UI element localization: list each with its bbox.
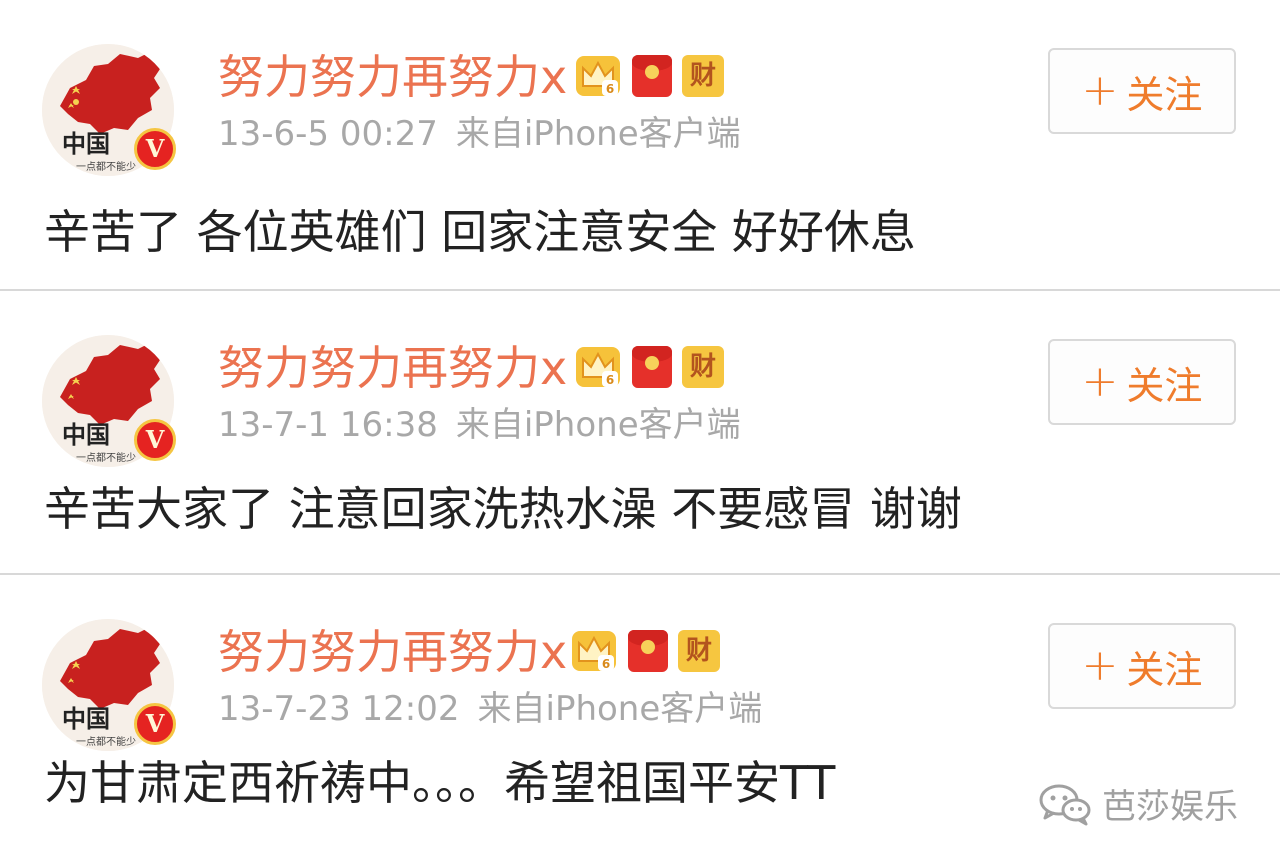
follow-button[interactable]: + 关注 bbox=[1048, 623, 1236, 709]
timestamp: 13-7-23 12:02 bbox=[218, 689, 460, 729]
crown-icon[interactable]: 6 bbox=[574, 52, 622, 100]
post-text: 为甘肃定西祈祷中。。。希望祖国平安TT bbox=[44, 756, 836, 810]
post-meta: 13-7-23 12:02 来自iPhone客户端 bbox=[218, 687, 762, 731]
weibo-post[interactable]: 中国 一点都不能少 V 努力努力再努力x 6 财 13-7-23 12:02 来自… bbox=[0, 575, 1280, 864]
plus-icon: + bbox=[1081, 356, 1119, 407]
svg-text:6: 6 bbox=[606, 82, 614, 96]
weibo-post[interactable]: 中国 一点都不能少 V 努力努力再努力x 6 财 13-7-1 16:38 来自i… bbox=[0, 291, 1280, 573]
weibo-feed: 中国 一点都不能少 V 努力努力再努力x 6 财 13-6-5 00:27 来自i… bbox=[0, 0, 1280, 864]
username[interactable]: 努力努力再努力x bbox=[218, 50, 567, 104]
svg-text:中国: 中国 bbox=[62, 420, 110, 449]
post-text: 辛苦了 各位英雄们 回家注意安全 好好休息 bbox=[44, 205, 916, 259]
verified-v-icon: V bbox=[134, 128, 176, 170]
follow-button[interactable]: + 关注 bbox=[1048, 339, 1236, 425]
source-label[interactable]: 来自iPhone客户端 bbox=[456, 405, 741, 445]
timestamp: 13-7-1 16:38 bbox=[218, 405, 438, 445]
svg-text:一点都不能少: 一点都不能少 bbox=[76, 160, 136, 173]
wealth-badge-icon[interactable]: 财 bbox=[682, 346, 724, 388]
follow-label: 关注 bbox=[1126, 363, 1203, 408]
svg-text:6: 6 bbox=[602, 657, 610, 671]
follow-label: 关注 bbox=[1126, 72, 1203, 117]
post-meta: 13-7-1 16:38 来自iPhone客户端 bbox=[218, 403, 741, 447]
svg-text:6: 6 bbox=[606, 373, 614, 387]
wechat-icon bbox=[1039, 784, 1091, 825]
source-label[interactable]: 来自iPhone客户端 bbox=[478, 689, 763, 729]
source-label[interactable]: 来自iPhone客户端 bbox=[456, 114, 741, 154]
user-badges: 6 财 bbox=[574, 343, 724, 391]
username[interactable]: 努力努力再努力x bbox=[218, 341, 567, 395]
post-meta: 13-6-5 00:27 来自iPhone客户端 bbox=[218, 112, 741, 156]
watermark-text: 芭莎娱乐 bbox=[1102, 787, 1238, 827]
svg-text:中国: 中国 bbox=[62, 704, 110, 733]
red-packet-icon[interactable] bbox=[632, 346, 672, 388]
user-badges: 6 财 bbox=[570, 627, 720, 675]
crown-icon[interactable]: 6 bbox=[574, 343, 622, 391]
svg-text:中国: 中国 bbox=[62, 129, 110, 158]
watermark: 芭莎娱乐 bbox=[1038, 779, 1238, 828]
svg-text:一点都不能少: 一点都不能少 bbox=[76, 451, 136, 464]
post-text: 辛苦大家了 注意回家洗热水澡 不要感冒 谢谢 bbox=[44, 482, 962, 536]
verified-v-icon: V bbox=[134, 703, 176, 745]
weibo-post[interactable]: 中国 一点都不能少 V 努力努力再努力x 6 财 13-6-5 00:27 来自i… bbox=[0, 0, 1280, 289]
follow-label: 关注 bbox=[1126, 647, 1203, 692]
plus-icon: + bbox=[1081, 65, 1119, 116]
username[interactable]: 努力努力再努力x bbox=[218, 625, 567, 679]
follow-button[interactable]: + 关注 bbox=[1048, 48, 1236, 134]
timestamp: 13-6-5 00:27 bbox=[218, 114, 438, 154]
svg-text:一点都不能少: 一点都不能少 bbox=[76, 735, 136, 748]
crown-icon[interactable]: 6 bbox=[570, 627, 618, 675]
wealth-badge-icon[interactable]: 财 bbox=[682, 55, 724, 97]
wealth-badge-icon[interactable]: 财 bbox=[678, 630, 720, 672]
red-packet-icon[interactable] bbox=[632, 55, 672, 97]
plus-icon: + bbox=[1081, 640, 1119, 691]
red-packet-icon[interactable] bbox=[628, 630, 668, 672]
user-badges: 6 财 bbox=[574, 52, 724, 100]
verified-v-icon: V bbox=[134, 419, 176, 461]
